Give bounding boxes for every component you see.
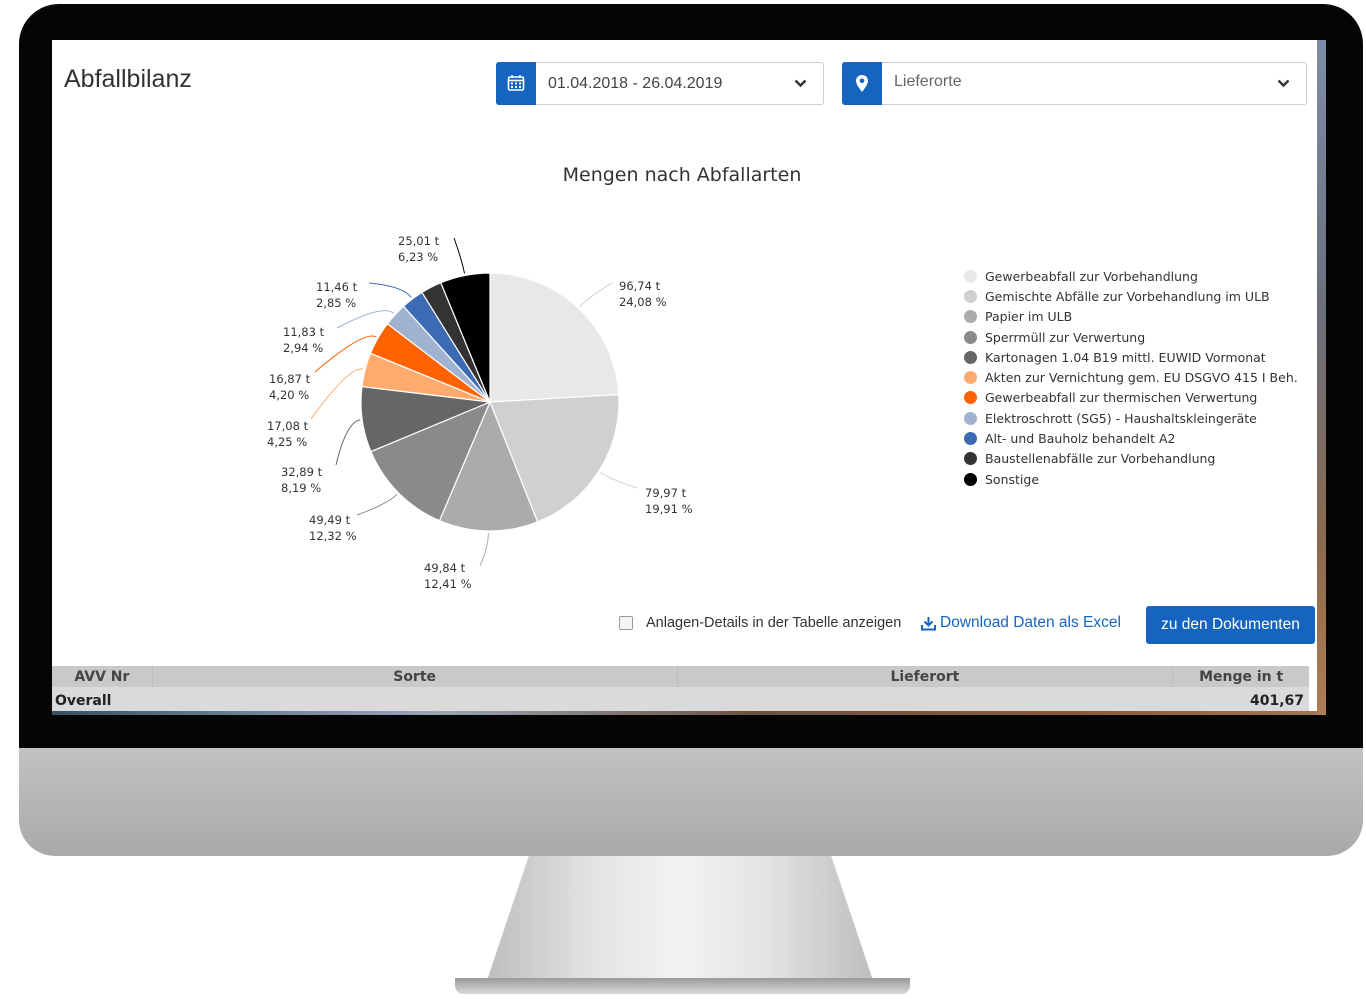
pie-label-percent: 8,19 %	[281, 481, 321, 495]
pie-connector-gewerbeabfall-zur-vorbehandlung	[579, 282, 613, 308]
legend-swatch	[964, 350, 977, 364]
legend-item[interactable]: Kartonagen 1.04 B19 mittl. EUWID Vormona…	[964, 347, 1298, 367]
legend-item[interactable]: Gemischte Abfälle zur Vorbehandlung im U…	[964, 286, 1298, 306]
legend-swatch	[964, 472, 977, 486]
pie-label-percent: 12,32 %	[309, 529, 357, 543]
pie-label-value: 11,46 t	[316, 280, 358, 294]
legend-label: Gewerbeabfall zur thermischen Verwertung	[985, 390, 1258, 406]
pie-chart: 96,74 t 24,08 % 79,97 t 19,91 % 49,84 t 12,41…	[267, 234, 693, 591]
legend-label: Papier im ULB	[985, 309, 1073, 325]
app-screen: Abfallbilanz 01.04.2018 - 26.04.2019 Lie…	[52, 40, 1326, 715]
legend-swatch	[964, 411, 977, 425]
pie-connector-sonstige	[453, 237, 465, 274]
legend-item[interactable]: Alt- und Bauholz behandelt A2	[964, 428, 1298, 448]
pie-label-percent: 4,25 %	[267, 435, 307, 449]
legend-swatch	[964, 452, 977, 466]
chart-legend: Gewerbeabfall zur Vorbehandlung Gemischte…	[964, 266, 1298, 489]
details-checkbox-label: Anlagen-Details in der Tabelle anzeigen	[646, 615, 902, 631]
pie-label-percent: 19,91 %	[645, 502, 693, 516]
column-header-lieferort[interactable]: Lieferort	[676, 666, 1173, 687]
pie-label-percent: 6,23 %	[398, 250, 438, 264]
legend-swatch	[964, 371, 977, 385]
pie-label-percent: 4,20 %	[269, 388, 309, 402]
legend-swatch	[964, 310, 977, 324]
legend-swatch	[964, 432, 977, 446]
pie-label-percent: 24,08 %	[619, 295, 667, 309]
pie-label-percent: 12,41 %	[424, 577, 472, 591]
column-header-avv[interactable]: AVV Nr	[52, 666, 152, 687]
chevron-down-icon	[1272, 79, 1294, 88]
legend-item[interactable]: Elektroschrott (SG5) - Haushaltskleinger…	[964, 408, 1298, 428]
pie-label-value: 79,97 t	[645, 486, 687, 500]
legend-swatch	[964, 269, 977, 283]
pie-connector-papier-im-ulb	[479, 532, 489, 567]
pie-label-value: 25,01 t	[398, 234, 440, 248]
pie-label-value: 96,74 t	[619, 279, 661, 293]
legend-swatch	[964, 330, 977, 344]
pie-label-value: 17,08 t	[267, 419, 309, 433]
pie-label-percent: 2,85 %	[316, 296, 356, 310]
pie-connector-sperrm-ll-zur-verwertung	[356, 493, 398, 516]
row-label: Overall	[55, 693, 112, 709]
pie-connector-alt-und-bauholz-behandelt-a2	[368, 282, 412, 298]
table-header: AVV Nr Sorte Lieferort Menge in t	[52, 666, 1309, 687]
legend-item[interactable]: Papier im ULB	[964, 307, 1298, 327]
pie-label-value: 49,84 t	[424, 561, 466, 575]
legend-label: Alt- und Bauholz behandelt A2	[985, 431, 1176, 447]
row-menge: 401,67	[1249, 693, 1304, 709]
pie-connector-gemischte-abf-lle-zur-vorbehandlung-im-ulb	[600, 472, 638, 489]
details-checkbox[interactable]: Anlagen-Details in der Tabelle anzeigen	[619, 615, 901, 631]
legend-item[interactable]: Akten zur Vernichtung gem. EU DSGVO 415 …	[964, 367, 1298, 387]
legend-label: Sperrmüll zur Verwertung	[985, 329, 1146, 345]
pie-connector-elektroschrott-sg5-haushaltskleinger-te	[336, 310, 394, 329]
legend-label: Sonstige	[985, 471, 1040, 487]
table-row[interactable]: Overall 401,67	[52, 687, 1309, 711]
legend-item[interactable]: Sperrmüll zur Verwertung	[964, 327, 1298, 347]
checkbox-box[interactable]	[619, 616, 633, 630]
pie-label-percent: 2,94 %	[283, 341, 323, 355]
screen-background-edge	[1317, 40, 1326, 715]
legend-item[interactable]: Baustellenabfälle zur Vorbehandlung	[964, 449, 1298, 469]
pie-label-value: 49,49 t	[309, 513, 351, 527]
legend-label: Akten zur Vernichtung gem. EU DSGVO 415 …	[985, 370, 1298, 386]
legend-label: Gewerbeabfall zur Vorbehandlung	[985, 268, 1198, 284]
download-icon	[921, 616, 936, 631]
monitor-stand-base	[455, 978, 910, 994]
legend-item[interactable]: Gewerbeabfall zur thermischen Verwertung	[964, 388, 1298, 408]
monitor-chin	[19, 748, 1363, 856]
legend-label: Gemischte Abfälle zur Vorbehandlung im U…	[985, 288, 1270, 304]
legend-item[interactable]: Gewerbeabfall zur Vorbehandlung	[964, 266, 1298, 286]
pie-label-value: 11,83 t	[283, 325, 325, 339]
documents-button[interactable]: zu den Dokumenten	[1146, 606, 1315, 644]
pie-label-value: 16,87 t	[269, 372, 311, 386]
pie-connector-akten-zur-vernichtung-gem-eu-dsgvo-415-i-beh	[310, 368, 364, 420]
column-header-menge[interactable]: Menge in t	[1172, 666, 1309, 687]
download-excel-link[interactable]: Download Daten als Excel	[921, 614, 1121, 632]
column-header-sorte[interactable]: Sorte	[151, 666, 677, 687]
pie-label-value: 32,89 t	[281, 465, 323, 479]
legend-label: Elektroschrott (SG5) - Haushaltskleinger…	[985, 410, 1257, 426]
legend-item[interactable]: Sonstige	[964, 469, 1298, 489]
pie-slice-gewerbeabfall-zur-vorbehandlung[interactable]	[489, 272, 620, 403]
legend-swatch	[964, 289, 977, 303]
download-label: Download Daten als Excel	[940, 614, 1121, 631]
legend-swatch	[964, 391, 977, 405]
screen-background-strip	[52, 711, 1326, 715]
legend-label: Baustellenabfälle zur Vorbehandlung	[985, 451, 1216, 467]
legend-label: Kartonagen 1.04 B19 mittl. EUWID Vormona…	[985, 349, 1266, 365]
pie-connector-kartonagen-1-04-b19-mittl-euwid-vormonat	[335, 419, 361, 466]
monitor-stand	[486, 856, 874, 981]
